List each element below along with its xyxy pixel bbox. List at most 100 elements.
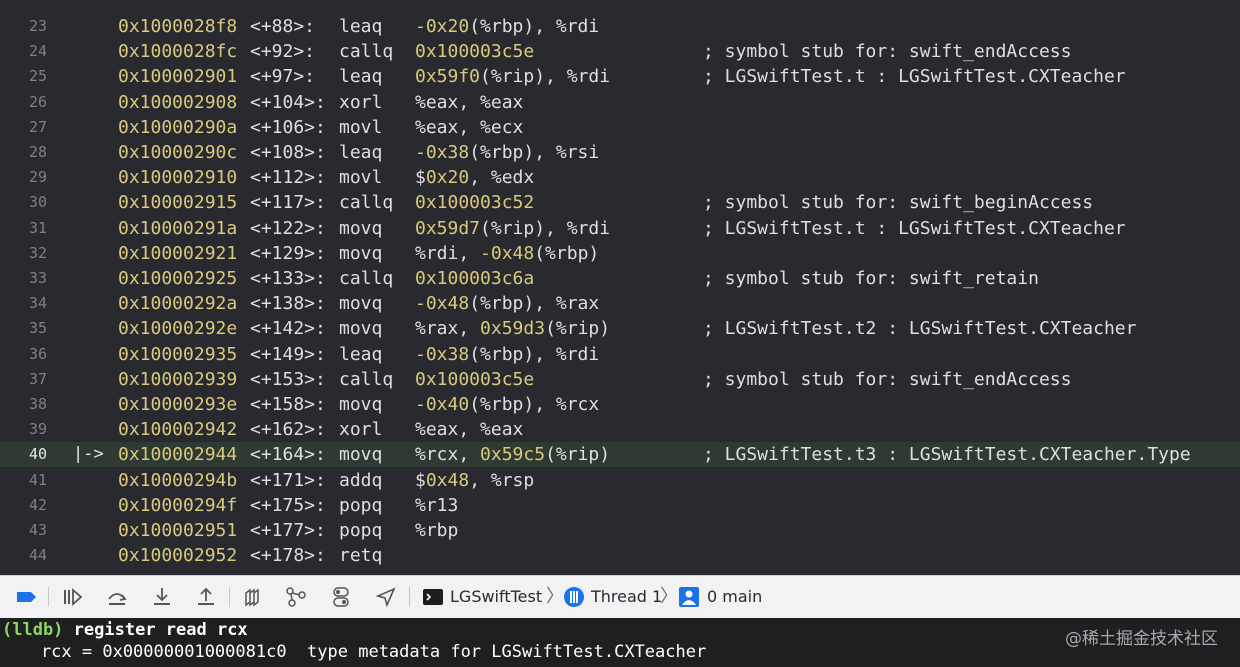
instruction-row[interactable]: 29 0x100002910 <+112>: movl $0x20, %edx [0,165,1240,190]
instruction-row[interactable]: 26 0x100002908 <+104>: xorl %eax, %eax [0,90,1240,115]
instruction-address: 0x10000294b [118,469,238,491]
instruction-operands: -0x48(%rbp), %rax [415,293,600,315]
instruction-row[interactable]: 25 0x100002901 <+97>: leaq 0x59f0(%rip), %rd… [0,64,1240,89]
instruction-address: 0x10000291a [118,217,238,239]
instruction-operands: 0x59d7(%rip), %rdi [415,217,611,239]
instruction-mnemonic: movq [339,242,383,264]
step-over-icon[interactable] [105,585,129,609]
instruction-row[interactable]: 31 0x10000291a <+122>: movq 0x59d7(%rip), %r… [0,216,1240,241]
instruction-row[interactable]: 39 0x100002942 <+162>: xorl %eax, %eax [0,417,1240,442]
instruction-address: 0x1000028f8 [118,16,238,37]
instruction-mnemonic: xorl [339,419,383,441]
instruction-row[interactable]: 37 0x100002939 <+153>: callq 0x100003c5e ; sy… [0,367,1240,392]
instruction-mnemonic: xorl [339,91,383,113]
line-number: 29 [28,168,48,187]
line-number: 41 [28,470,48,489]
instruction-row[interactable]: 30 0x100002915 <+117>: callq 0x100003c52 ; sy… [0,190,1240,215]
instruction-offset: <+97>: [250,66,316,88]
instruction-operands: $0x48, %rsp [415,469,535,491]
instruction-operands: -0x40(%rbp), %rcx [415,394,600,415]
step-into-icon[interactable] [150,585,174,609]
instruction-row[interactable]: 32 0x100002921 <+129>: movq %rdi, -0x48(%rbp… [0,241,1240,266]
instruction-offset: <+104>: [250,91,326,113]
simulate-location-icon[interactable] [374,585,398,609]
instruction-row[interactable]: 42 0x10000294f <+175>: popq %r13 [0,493,1240,518]
line-number: 26 [28,92,48,111]
memory-graph-icon[interactable] [284,585,308,609]
line-number: 34 [28,294,48,313]
instruction-mnemonic: leaq [339,343,383,365]
instruction-row[interactable]: 23 0x1000028f8 <+88>: leaq -0x20(%rbp), %rdi [0,14,1240,39]
instruction-row[interactable]: 41 0x10000294b <+171>: addq $0x48, %rsp [0,468,1240,493]
instruction-offset: <+117>: [250,192,326,214]
instruction-row[interactable]: 44 0x100002952 <+178>: retq [0,543,1240,568]
line-number: 25 [28,67,48,86]
instruction-row[interactable]: 24 0x1000028fc <+92>: callq 0x100003c5e ; sym… [0,39,1240,64]
view-hierarchy-icon[interactable] [240,585,264,609]
frame-crumb[interactable]: 0 main [707,585,762,609]
current-instruction-row[interactable]: 40 |-> 0x100002944 <+164>: movq %rcx, 0x59c5(… [0,442,1240,468]
instruction-offset: <+92>: [250,41,316,63]
instruction-offset: <+138>: [250,293,326,315]
instruction-row[interactable]: 33 0x100002925 <+133>: callq 0x100003c6a ; sy… [0,266,1240,291]
thread-icon [562,585,584,609]
instruction-operands: %eax, %eax [415,419,524,441]
divider [48,587,49,607]
instruction-comment: ; symbol stub for: swift_retain [703,268,1039,289]
instruction-mnemonic: leaq [339,16,383,37]
thread-crumb[interactable]: Thread 1 [591,585,662,609]
continue-icon[interactable] [60,585,84,609]
console-output: rcx = 0x00000001000081c0 type metadata f… [0,642,707,662]
instruction-address: 0x100002952 [118,545,238,567]
instruction-offset: <+106>: [250,116,326,138]
step-out-icon[interactable] [194,585,218,609]
line-number: 40 [28,445,48,464]
instruction-comment: ; LGSwiftTest.t : LGSwiftTest.CXTeacher [703,66,1126,88]
line-number: 28 [28,143,48,161]
instruction-operands: 0x100003c52 [415,192,535,214]
instruction-row[interactable]: 27 0x10000290a <+106>: movl %eax, %ecx [0,115,1240,140]
instruction-row[interactable]: 34 0x10000292a <+138>: movq -0x48(%rbp), %ra… [0,291,1240,316]
target-crumb[interactable]: LGSwiftTest [450,585,542,609]
line-number: 33 [28,269,48,287]
instruction-row[interactable]: 38 0x10000293e <+158>: movq -0x40(%rbp), %rc… [0,392,1240,417]
instruction-mnemonic: callq [339,268,394,289]
environment-overrides-icon[interactable] [329,585,353,609]
disassembly-view: 23 0x1000028f8 <+88>: leaq -0x20(%rbp), %rdi… [0,0,1240,575]
instruction-address: 0x100002935 [118,343,238,365]
divider [409,587,410,607]
instruction-mnemonic: callq [339,41,394,63]
chevron-right-icon: 〉 [660,586,678,607]
stack-frame-icon [677,585,699,609]
instruction-row[interactable]: 28 0x10000290c <+108>: leaq -0x38(%rbp), %rs… [0,140,1240,165]
instruction-offset: <+153>: [250,368,326,390]
breakpoints-toggle-icon[interactable] [14,585,38,609]
instruction-address: 0x100002942 [118,419,238,441]
instruction-address: 0x100002925 [118,268,238,289]
instruction-offset: <+149>: [250,343,326,365]
instruction-address: 0x100002915 [118,192,238,214]
instruction-address: 0x10000293e [118,394,238,415]
instruction-operands: $0x20, %edx [415,167,535,189]
instruction-row[interactable]: 43 0x100002951 <+177>: popq %rbp [0,518,1240,543]
lldb-prompt: (lldb) [2,620,64,640]
instruction-operands: -0x20(%rbp), %rdi [415,16,600,37]
instruction-operands: -0x38(%rbp), %rsi [415,142,600,163]
instruction-offset: <+175>: [250,494,326,516]
instruction-address: 0x10000292e [118,318,238,340]
line-number: 35 [28,319,48,338]
instruction-operands: %eax, %ecx [415,116,524,138]
debug-console[interactable]: (lldb) register read rcx rcx = 0x0000000… [0,618,1240,667]
instruction-operands: %r13 [415,494,459,516]
instruction-mnemonic: addq [339,469,383,491]
instruction-row[interactable]: 35 0x10000292e <+142>: movq %rax, 0x59d3(%ri… [0,316,1240,341]
instruction-offset: <+171>: [250,469,326,491]
divider [229,587,230,607]
instruction-operands: %eax, %eax [415,91,524,113]
watermark: @稀土掘金技术社区 [1065,629,1218,649]
console-command: register read rcx [73,620,248,640]
instruction-offset: <+133>: [250,268,326,289]
instruction-row[interactable]: 36 0x100002935 <+149>: leaq -0x38(%rbp), %rd… [0,342,1240,367]
instruction-operands: %rbp [415,520,459,541]
instruction-offset: <+108>: [250,142,326,163]
